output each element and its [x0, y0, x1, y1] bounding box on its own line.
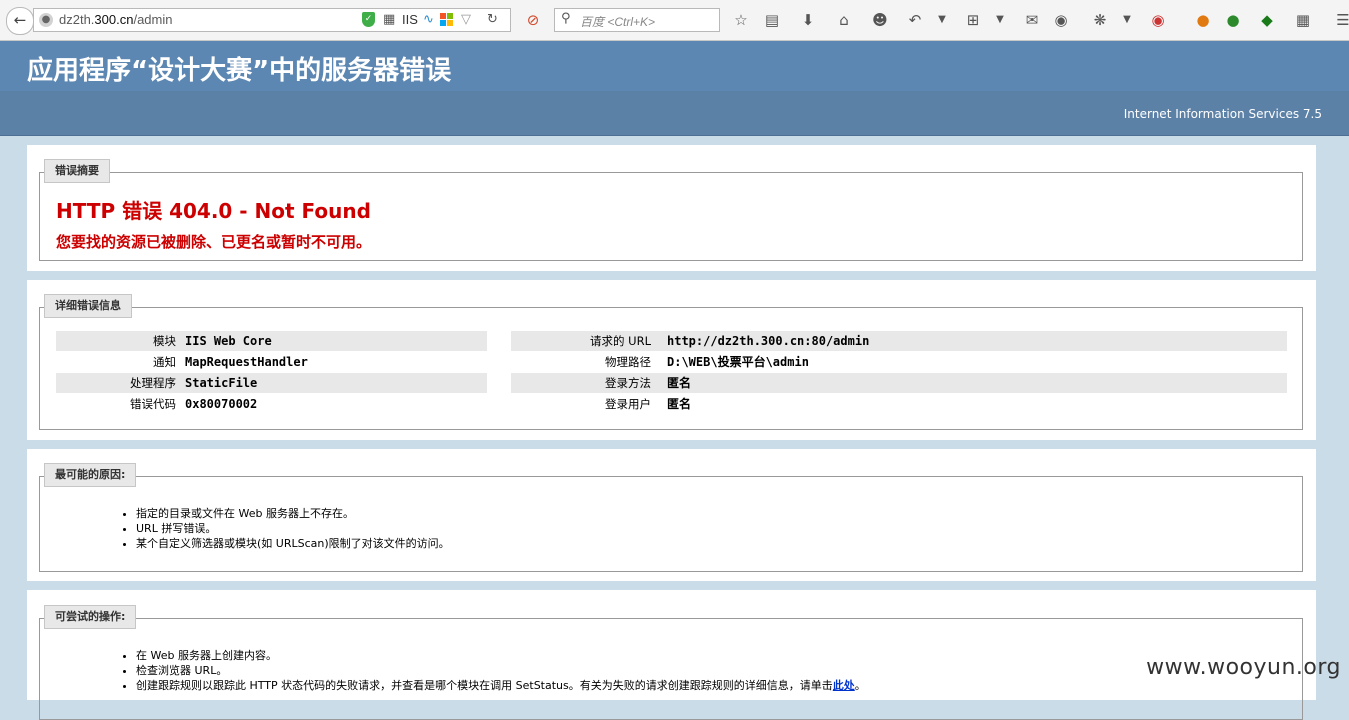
detail-row-logon-user: 登录用户 匿名 [511, 394, 1287, 414]
undo-icon[interactable]: ↶ [904, 9, 926, 31]
list-item: 在 Web 服务器上创建内容。 [136, 648, 866, 663]
bug-icon[interactable]: ❋ [1089, 9, 1111, 31]
page-header: 应用程序“设计大赛”中的服务器错误 [0, 41, 1349, 91]
browser-toolbar: ← ● dz2th.300.cn/admin ✓ ▦ IIS ∿ ▽ ↻ ⊘ ⚲… [0, 0, 1349, 41]
detail-label: 通知 [153, 355, 176, 369]
detail-label: 模块 [153, 334, 176, 348]
list-item: URL 拼写错误。 [136, 521, 450, 536]
causes-list: 指定的目录或文件在 Web 服务器上不存在。 URL 拼写错误。 某个自定义筛选… [120, 506, 450, 551]
detail-label: 请求的 URL [590, 334, 651, 348]
likely-causes-panel: 最可能的原因: 指定的目录或文件在 Web 服务器上不存在。 URL 拼写错误。… [27, 449, 1316, 581]
detail-row-requested-url: 请求的 URL http://dz2th.300.cn:80/admin [511, 331, 1287, 351]
detail-row-physical-path: 物理路径 D:\WEB\投票平台\admin [511, 352, 1287, 372]
back-arrow-icon[interactable]: ← [6, 7, 34, 35]
watermark: www.wooyun.org [1146, 655, 1341, 680]
detail-label: 登录用户 [605, 397, 651, 411]
home-icon[interactable]: ⌂ [833, 9, 855, 31]
fox-addon-icon[interactable]: ● [1192, 9, 1214, 31]
detail-label: 处理程序 [130, 376, 176, 390]
wave-icon[interactable]: ∿ [423, 12, 434, 28]
trace-text: 创建跟踪规则以跟踪此 HTTP 状态代码的失败请求，并查看是哪个模块在调用 Se… [136, 679, 833, 692]
error-message: 您要找的资源已被删除、已更名或暂时不可用。 [56, 233, 372, 251]
globe-addon-icon[interactable]: ◉ [1050, 9, 1072, 31]
actions-panel: 可尝试的操作: 在 Web 服务器上创建内容。 检查浏览器 URL。 创建跟踪规… [27, 590, 1316, 720]
crop-icon[interactable]: ⊞ [962, 9, 984, 31]
detail-value: MapRequestHandler [185, 355, 308, 369]
dropdown-icon[interactable]: ▽ [461, 12, 471, 28]
detailed-error-panel: 详细错误信息 模块 IIS Web Core 通知 MapRequestHand… [27, 280, 1316, 440]
detail-value: 匿名 [667, 397, 692, 411]
list-item: 检查浏览器 URL。 [136, 663, 866, 678]
speech-bubble-icon[interactable]: ✉ [1021, 9, 1043, 31]
iis-badge[interactable]: IIS [402, 12, 418, 28]
download-icon[interactable]: ⬇ [797, 9, 819, 31]
detailed-error-legend: 详细错误信息 [44, 294, 132, 318]
detail-label: 物理路径 [605, 355, 651, 369]
qr-code-icon[interactable]: ▦ [383, 12, 395, 28]
reload-icon[interactable]: ↻ [487, 12, 498, 28]
trace-end: 。 [854, 679, 866, 692]
url-text[interactable]: dz2th.300.cn/admin [59, 12, 173, 27]
error-summary-legend: 错误摘要 [44, 159, 110, 183]
windows-logo-icon[interactable] [440, 13, 454, 27]
shield-addon-icon[interactable]: ◆ [1256, 9, 1278, 31]
search-box[interactable]: ⚲ 百度 <Ctrl+K> [554, 8, 720, 32]
detail-row-error-code: 错误代码 0x80070002 [56, 394, 487, 414]
detail-row-logon-method: 登录方法 匿名 [511, 373, 1287, 393]
detail-value: 匿名 [667, 376, 692, 390]
chat-face-icon[interactable]: ☻ [869, 9, 891, 31]
detail-label: 登录方法 [605, 376, 651, 390]
list-item: 指定的目录或文件在 Web 服务器上不存在。 [136, 506, 450, 521]
likely-causes-fieldset: 最可能的原因: 指定的目录或文件在 Web 服务器上不存在。 URL 拼写错误。… [39, 463, 1303, 572]
detail-value: http://dz2th.300.cn:80/admin [667, 334, 870, 348]
page-title: 应用程序“设计大赛”中的服务器错误 [27, 56, 452, 86]
detail-row-notification: 通知 MapRequestHandler [56, 352, 487, 372]
addon-dropdown-icon[interactable]: ▼ [1116, 9, 1138, 31]
menu-icon[interactable]: ☰ [1332, 9, 1349, 31]
undo-dropdown-icon[interactable]: ▼ [931, 9, 953, 31]
globe-icon: ● [39, 13, 53, 27]
bookmarks-list-icon[interactable]: ▤ [761, 9, 783, 31]
green-addon-icon[interactable]: ● [1222, 9, 1244, 31]
error-summary-panel: 错误摘要 HTTP 错误 404.0 - Not Found 您要找的资源已被删… [27, 145, 1316, 271]
list-item-trace: 创建跟踪规则以跟踪此 HTTP 状态代码的失败请求，并查看是哪个模块在调用 Se… [136, 678, 866, 693]
actions-legend: 可尝试的操作: [44, 605, 137, 629]
search-placeholder: 百度 <Ctrl+K> [580, 15, 656, 29]
error-summary-fieldset: 错误摘要 HTTP 错误 404.0 - Not Found 您要找的资源已被删… [39, 159, 1303, 261]
detail-value: D:\WEB\投票平台\admin [667, 355, 809, 369]
error-title: HTTP 错误 404.0 - Not Found [56, 199, 371, 223]
trace-help-link[interactable]: 此处 [833, 679, 855, 692]
detail-value: 0x80070002 [185, 397, 258, 411]
server-name: Internet Information Services 7.5 [1123, 107, 1322, 121]
actions-list: 在 Web 服务器上创建内容。 检查浏览器 URL。 创建跟踪规则以跟踪此 HT… [120, 648, 866, 693]
crop-dropdown-icon[interactable]: ▼ [989, 9, 1011, 31]
search-icon: ⚲ [561, 11, 571, 26]
bookmark-star-icon[interactable]: ☆ [730, 9, 752, 31]
block-icon[interactable]: ⊘ [522, 9, 544, 31]
page-subheader: Internet Information Services 7.5 [0, 91, 1349, 136]
detailed-error-fieldset: 详细错误信息 模块 IIS Web Core 通知 MapRequestHand… [39, 294, 1303, 430]
address-bar[interactable]: ● dz2th.300.cn/admin ✓ ▦ IIS ∿ ▽ ↻ [33, 8, 511, 32]
actions-fieldset: 可尝试的操作: 在 Web 服务器上创建内容。 检查浏览器 URL。 创建跟踪规… [39, 605, 1303, 720]
detail-row-module: 模块 IIS Web Core [56, 331, 487, 351]
brick-wall-icon[interactable]: ▦ [1292, 9, 1314, 31]
detail-row-handler: 处理程序 StaticFile [56, 373, 487, 393]
list-item: 某个自定义筛选器或模块(如 URLScan)限制了对该文件的访问。 [136, 536, 450, 551]
red-addon-icon[interactable]: ◉ [1147, 9, 1169, 31]
security-shield-icon[interactable]: ✓ [362, 12, 375, 27]
detail-value: IIS Web Core [185, 334, 272, 348]
detail-value: StaticFile [185, 376, 258, 390]
detail-label: 错误代码 [130, 397, 176, 411]
likely-causes-legend: 最可能的原因: [44, 463, 137, 487]
